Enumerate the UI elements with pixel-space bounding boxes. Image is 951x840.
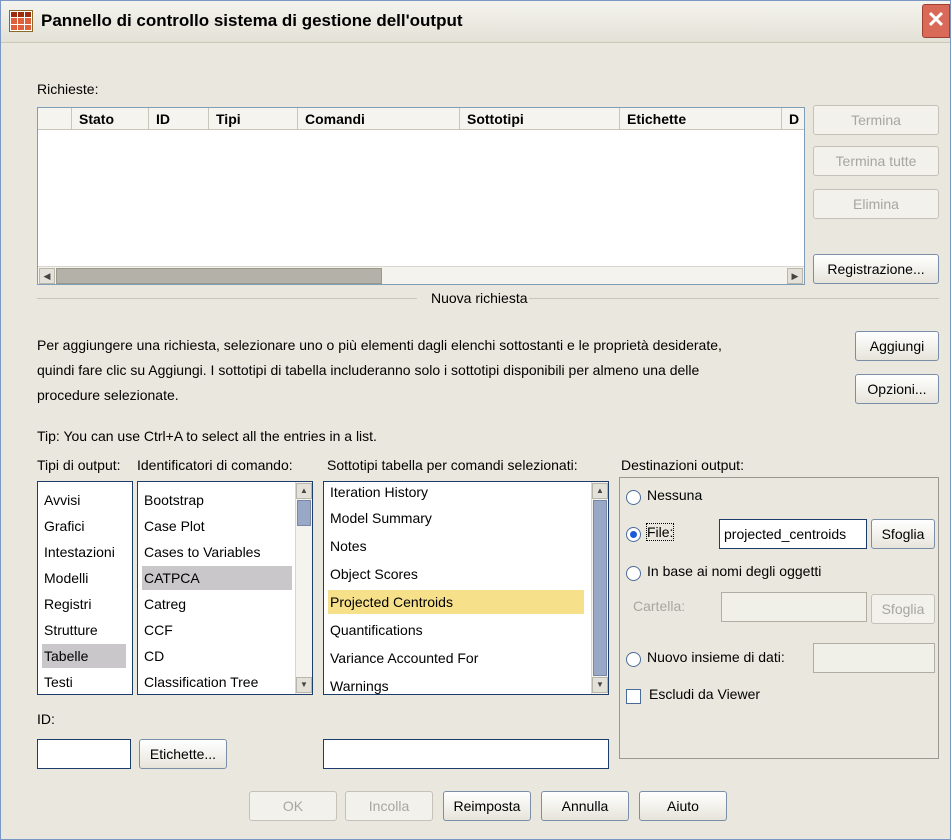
- browse-folder-button[interactable]: Sfoglia: [871, 594, 935, 624]
- command-ids-scrollbar[interactable]: ▲ ▼: [295, 482, 312, 694]
- list-item[interactable]: Avvisi: [42, 488, 80, 512]
- list-item[interactable]: Classification Tree: [142, 670, 258, 694]
- title-bar[interactable]: Pannello di controllo sistema di gestion…: [1, 1, 950, 43]
- instructions-line-2: quindi fare clic su Aggiungi. I sottotip…: [37, 362, 700, 378]
- column-header-comandi[interactable]: Comandi: [298, 108, 460, 130]
- radio-none-label[interactable]: Nessuna: [647, 487, 702, 503]
- column-header-etichette[interactable]: Etichette: [620, 108, 782, 130]
- list-item-selected[interactable]: Projected Centroids: [328, 590, 584, 614]
- output-types-label: Tipi di output:: [37, 457, 121, 473]
- table-subtypes-list[interactable]: Iteration History Model Summary Notes Ob…: [323, 481, 609, 695]
- list-item[interactable]: Case Plot: [142, 514, 205, 538]
- close-icon[interactable]: ✕: [922, 4, 950, 38]
- column-header-d[interactable]: D: [782, 108, 804, 130]
- radio-none[interactable]: [626, 490, 641, 505]
- tip-text: Tip: You can use Ctrl+A to select all th…: [37, 428, 377, 444]
- list-item[interactable]: Bootstrap: [142, 488, 204, 512]
- folder-input[interactable]: [721, 592, 867, 622]
- list-item[interactable]: Object Scores: [328, 562, 418, 586]
- scroll-thumb[interactable]: [56, 268, 382, 284]
- list-item[interactable]: Model Summary: [328, 506, 432, 530]
- exclude-viewer-checkbox[interactable]: [626, 689, 641, 704]
- list-item[interactable]: Modelli: [42, 566, 88, 590]
- scroll-right-icon[interactable]: ▶: [787, 268, 803, 284]
- radio-file[interactable]: [626, 527, 641, 542]
- list-item[interactable]: Catreg: [142, 592, 186, 616]
- options-button[interactable]: Opzioni...: [855, 374, 939, 404]
- folder-label: Cartella:: [633, 598, 686, 614]
- radio-new-dataset-label[interactable]: Nuovo insieme di dati:: [647, 649, 785, 665]
- list-item[interactable]: Quantifications: [328, 618, 423, 642]
- exclude-viewer-label[interactable]: Escludi da Viewer: [649, 686, 760, 702]
- instructions-line-3: procedure selezionate.: [37, 387, 179, 403]
- list-item[interactable]: Testi: [42, 670, 73, 694]
- new-request-heading: Nuova richiesta: [431, 290, 528, 306]
- scroll-thumb[interactable]: [297, 500, 311, 526]
- radio-by-object-names-label[interactable]: In base ai nomi degli oggetti: [647, 563, 821, 579]
- list-item[interactable]: Variance Accounted For: [328, 646, 478, 670]
- command-ids-list[interactable]: Bootstrap Case Plot Cases to Variables C…: [137, 481, 313, 695]
- window-title: Pannello di controllo sistema di gestion…: [41, 11, 463, 30]
- id-input[interactable]: [37, 739, 131, 769]
- terminate-button[interactable]: Termina: [813, 105, 939, 135]
- table-subtypes-label: Sottotipi tabella per comandi selezionat…: [327, 457, 578, 473]
- scroll-up-icon[interactable]: ▲: [592, 483, 608, 499]
- list-item[interactable]: Registri: [42, 592, 91, 616]
- requests-label: Richieste:: [37, 81, 99, 97]
- help-button[interactable]: Aiuto: [639, 791, 727, 821]
- table-app-icon: [9, 10, 33, 32]
- list-item[interactable]: Intestazioni: [42, 540, 115, 564]
- list-item[interactable]: Strutture: [42, 618, 98, 642]
- column-header-tipi[interactable]: Tipi: [209, 108, 298, 130]
- radio-file-label[interactable]: File:: [645, 523, 675, 541]
- labels-button[interactable]: Etichette...: [139, 739, 227, 769]
- list-item[interactable]: Iteration History: [328, 482, 428, 504]
- scroll-up-icon[interactable]: ▲: [296, 483, 312, 499]
- add-button[interactable]: Aggiungi: [855, 331, 939, 361]
- delete-button[interactable]: Elimina: [813, 189, 939, 219]
- browse-file-button[interactable]: Sfoglia: [871, 519, 935, 549]
- instructions-line-1: Per aggiungere una richiesta, selezionar…: [37, 337, 722, 353]
- list-item[interactable]: Cases to Variables: [142, 540, 260, 564]
- radio-by-object-names[interactable]: [626, 566, 641, 581]
- table-subtypes-scrollbar[interactable]: ▲ ▼: [591, 482, 608, 694]
- list-item[interactable]: CCF: [142, 618, 173, 642]
- subtype-input[interactable]: [323, 739, 609, 769]
- scroll-down-icon[interactable]: ▼: [592, 677, 608, 693]
- scroll-down-icon[interactable]: ▼: [296, 677, 312, 693]
- scroll-thumb[interactable]: [593, 500, 607, 676]
- ok-button[interactable]: OK: [249, 791, 337, 821]
- list-item[interactable]: Warnings: [328, 674, 389, 694]
- divider-left: [37, 298, 417, 299]
- id-label: ID:: [37, 711, 55, 727]
- column-header-sottotipi[interactable]: Sottotipi: [460, 108, 620, 130]
- paste-button[interactable]: Incolla: [345, 791, 433, 821]
- reset-button[interactable]: Reimposta: [443, 791, 531, 821]
- oms-control-panel-window: Pannello di controllo sistema di gestion…: [0, 0, 951, 840]
- column-header-blank[interactable]: [38, 108, 72, 130]
- list-item-selected[interactable]: Tabelle: [42, 644, 126, 668]
- output-types-list[interactable]: Avvisi Grafici Intestazioni Modelli Regi…: [37, 481, 133, 695]
- cancel-button[interactable]: Annulla: [541, 791, 629, 821]
- list-item[interactable]: Grafici: [42, 514, 84, 538]
- requests-table[interactable]: Stato ID Tipi Comandi Sottotipi Etichett…: [37, 107, 805, 285]
- column-header-stato[interactable]: Stato: [72, 108, 149, 130]
- scroll-left-icon[interactable]: ◀: [39, 268, 55, 284]
- requests-table-header: Stato ID Tipi Comandi Sottotipi Etichett…: [38, 108, 804, 130]
- file-name-input[interactable]: projected_centroids: [719, 519, 867, 549]
- list-item-selected[interactable]: CATPCA: [142, 566, 292, 590]
- divider-right: [529, 298, 939, 299]
- terminate-all-button[interactable]: Termina tutte: [813, 146, 939, 176]
- radio-new-dataset[interactable]: [626, 652, 641, 667]
- requests-horizontal-scrollbar[interactable]: ◀ ▶: [38, 266, 804, 284]
- list-item[interactable]: Notes: [328, 534, 367, 558]
- destinations-label: Destinazioni output:: [621, 457, 744, 473]
- command-ids-label: Identificatori di comando:: [137, 457, 293, 473]
- new-dataset-input[interactable]: [813, 643, 935, 673]
- list-item[interactable]: CD: [142, 644, 164, 668]
- logging-button[interactable]: Registrazione...: [813, 254, 939, 284]
- column-header-id[interactable]: ID: [149, 108, 209, 130]
